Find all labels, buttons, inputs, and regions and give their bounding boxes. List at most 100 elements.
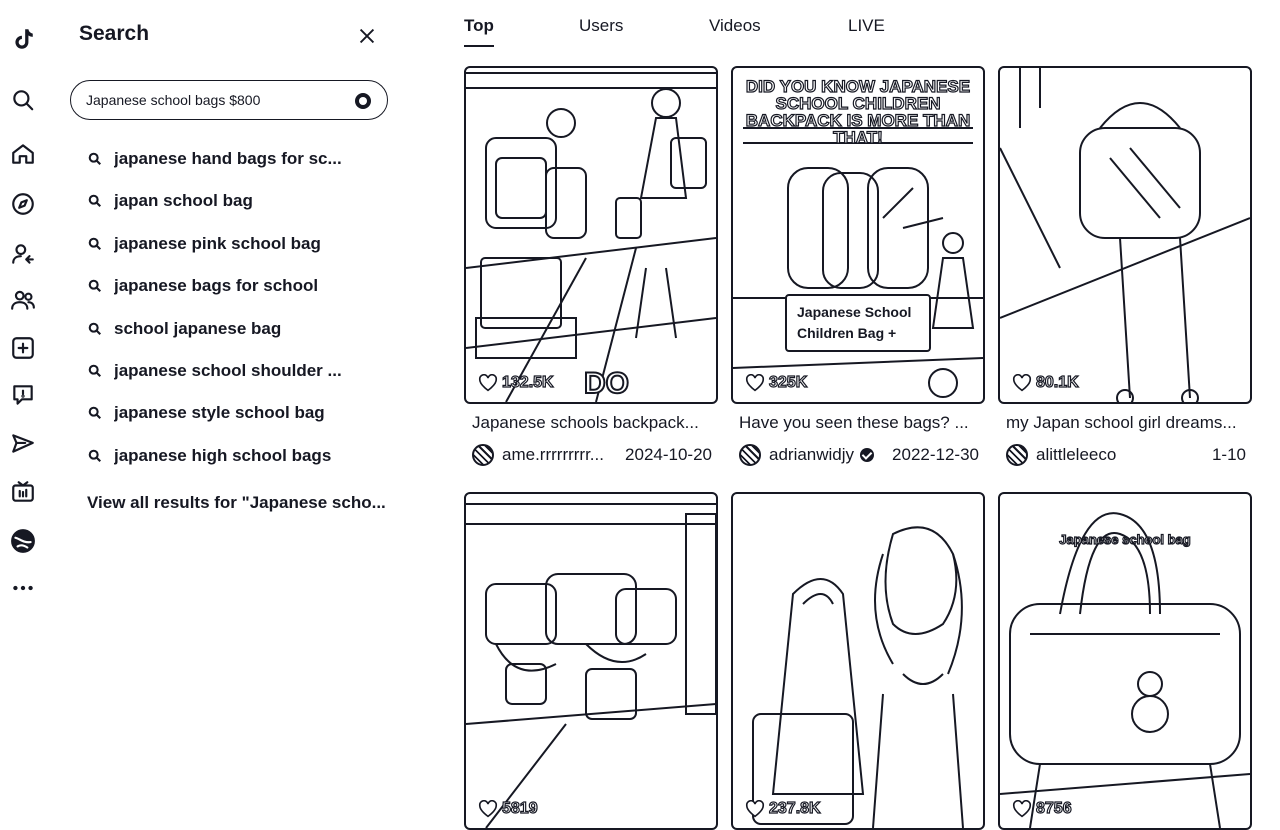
left-nav-rail bbox=[0, 0, 48, 810]
more-icon[interactable] bbox=[9, 574, 37, 602]
search-icon bbox=[88, 322, 102, 336]
like-count-value: 325K bbox=[768, 373, 808, 391]
verified-badge-icon bbox=[860, 448, 875, 462]
suggestion-item[interactable]: japan school bag bbox=[88, 186, 388, 216]
search-box[interactable] bbox=[70, 80, 388, 120]
messages-icon[interactable] bbox=[9, 430, 37, 458]
thumbnail-image bbox=[466, 503, 716, 828]
search-panel: Search japanese hand bags for sc... japa… bbox=[48, 0, 408, 810]
live-icon[interactable] bbox=[9, 478, 37, 506]
video-thumbnail[interactable]: Japanese school bag 8756 bbox=[998, 492, 1252, 830]
tab-videos[interactable]: Videos bbox=[709, 16, 761, 36]
video-title[interactable]: Japanese schools backpack... bbox=[472, 413, 712, 433]
avatar[interactable] bbox=[472, 444, 494, 466]
home-icon[interactable] bbox=[9, 140, 37, 168]
tab-top[interactable]: Top bbox=[464, 16, 494, 36]
video-card: 80.1K my Japan school girl dreams... ali… bbox=[998, 66, 1252, 470]
suggestion-item[interactable]: japanese high school bags bbox=[88, 441, 388, 471]
heart-icon bbox=[478, 800, 498, 818]
profile-avatar[interactable] bbox=[9, 527, 37, 555]
thumbnail-overlay-text: DO bbox=[584, 367, 629, 400]
suggestion-label: japanese hand bags for sc... bbox=[114, 149, 342, 168]
tab-live[interactable]: LIVE bbox=[848, 16, 885, 36]
like-count-value: 5819 bbox=[501, 799, 538, 817]
username[interactable]: alittleleeco bbox=[1036, 445, 1116, 465]
video-thumbnail[interactable]: 80.1K bbox=[998, 66, 1252, 404]
video-title[interactable]: Have you seen these bags? ... bbox=[739, 413, 979, 433]
search-icon bbox=[88, 237, 102, 251]
close-icon[interactable] bbox=[356, 25, 380, 49]
video-card: Japanese school bag 8756 bbox=[998, 492, 1252, 830]
heart-icon bbox=[478, 374, 498, 392]
like-count: 237.8K bbox=[745, 799, 821, 818]
explore-icon[interactable] bbox=[9, 190, 37, 218]
heart-icon bbox=[745, 800, 765, 818]
search-input[interactable] bbox=[86, 89, 346, 111]
following-icon[interactable] bbox=[9, 240, 37, 268]
video-card: 237.8K bbox=[731, 492, 985, 830]
username[interactable]: adrianwidjy bbox=[769, 445, 854, 465]
thumbnail-image: DO bbox=[466, 72, 716, 402]
suggestion-item[interactable]: school japanese bag bbox=[88, 314, 388, 344]
video-title[interactable]: my Japan school girl dreams... bbox=[1006, 413, 1246, 433]
video-card: DO 132.5K Japanese schools backpack... a… bbox=[464, 66, 718, 470]
suggestion-label: japanese school shoulder ... bbox=[114, 361, 342, 380]
search-icon bbox=[88, 279, 102, 293]
post-date: 2022-12-30 bbox=[892, 445, 979, 464]
heart-icon bbox=[1012, 800, 1032, 818]
suggestion-label: japanese pink school bag bbox=[114, 234, 321, 253]
video-thumbnail[interactable]: 237.8K bbox=[731, 492, 985, 830]
tiktok-logo-icon[interactable] bbox=[9, 25, 37, 53]
suggestion-label: japanese bags for school bbox=[114, 276, 319, 295]
post-date: 1-10 bbox=[1211, 445, 1246, 464]
thumbnail-image bbox=[752, 526, 964, 828]
clear-search-icon[interactable] bbox=[355, 93, 371, 109]
suggestion-label: japan school bag bbox=[114, 191, 253, 210]
avatar[interactable] bbox=[1006, 444, 1028, 466]
search-icon bbox=[88, 406, 102, 420]
video-card: DID YOU KNOW JAPANESE SCHOOL CHILDREN BA… bbox=[731, 66, 985, 470]
upload-icon[interactable] bbox=[9, 334, 37, 362]
like-count: 80.1K bbox=[1012, 373, 1079, 392]
video-thumbnail[interactable]: 5819 bbox=[464, 492, 718, 830]
video-meta: adrianwidjy 2022-12-30 bbox=[739, 442, 979, 468]
like-count: 8756 bbox=[1012, 799, 1072, 818]
like-count-value: 80.1K bbox=[1035, 373, 1079, 391]
video-thumbnail[interactable]: DO 132.5K bbox=[464, 66, 718, 404]
search-icon bbox=[88, 449, 102, 463]
like-count-value: 132.5K bbox=[501, 373, 554, 391]
search-icon[interactable] bbox=[9, 86, 37, 114]
friends-icon[interactable] bbox=[9, 286, 37, 314]
thumbnail-overlay-text: Japanese school bag bbox=[1059, 531, 1192, 547]
like-count: 325K bbox=[745, 373, 808, 392]
avatar[interactable] bbox=[739, 444, 761, 466]
like-count-value: 8756 bbox=[1035, 799, 1072, 817]
activity-icon[interactable] bbox=[9, 381, 37, 409]
post-date: 2024-10-20 bbox=[625, 445, 712, 464]
search-icon bbox=[88, 152, 102, 166]
suggestion-item[interactable]: japanese pink school bag bbox=[88, 229, 388, 259]
view-all-results-link[interactable]: View all results for "Japanese scho... bbox=[87, 493, 386, 513]
video-meta: alittleleeco 1-10 bbox=[1006, 442, 1246, 468]
tab-users[interactable]: Users bbox=[579, 16, 623, 36]
video-thumbnail[interactable]: DID YOU KNOW JAPANESE SCHOOL CHILDREN BA… bbox=[731, 66, 985, 404]
suggestion-label: japanese style school bag bbox=[114, 403, 325, 422]
product-badge[interactable]: Japanese School Children Bag + bbox=[785, 294, 931, 352]
suggestion-item[interactable]: japanese hand bags for sc... bbox=[88, 144, 388, 174]
video-meta: ame.rrrrrrrrr... 2024-10-20 bbox=[472, 442, 712, 468]
suggestion-item[interactable]: japanese bags for school bbox=[88, 271, 388, 301]
thumbnail-overlay-text: DID YOU KNOW JAPANESE SCHOOL CHILDREN BA… bbox=[745, 77, 971, 147]
like-count-value: 237.8K bbox=[768, 799, 821, 817]
heart-icon bbox=[745, 374, 765, 392]
suggestion-label: japanese high school bags bbox=[114, 446, 332, 465]
search-icon bbox=[88, 194, 102, 208]
suggestion-item[interactable]: japanese school shoulder ... bbox=[88, 356, 388, 386]
active-tab-indicator bbox=[464, 45, 494, 47]
like-count: 5819 bbox=[478, 799, 538, 818]
username[interactable]: ame.rrrrrrrrr... bbox=[502, 445, 604, 465]
search-panel-title: Search bbox=[79, 22, 150, 45]
like-count: 132.5K bbox=[478, 373, 554, 392]
heart-icon bbox=[1012, 374, 1032, 392]
video-card: 5819 bbox=[464, 492, 718, 830]
suggestion-item[interactable]: japanese style school bag bbox=[88, 398, 388, 428]
